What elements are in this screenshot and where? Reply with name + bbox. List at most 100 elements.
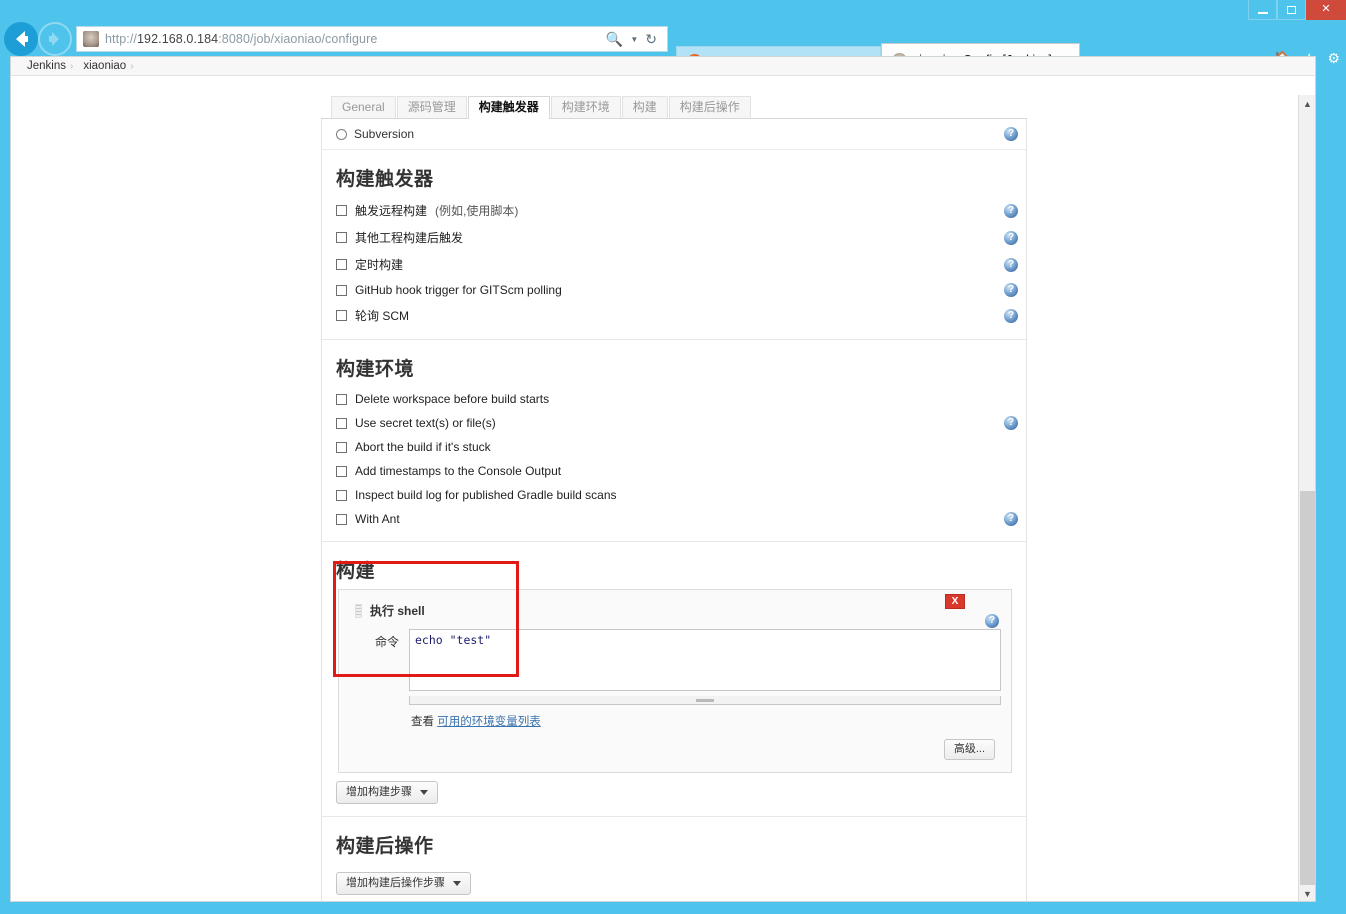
checkbox[interactable] <box>336 489 347 501</box>
trigger-remote-build[interactable]: 触发远程构建 (例如,使用脚本) ? <box>322 197 1026 224</box>
config-panel: Subversion ? 构建触发器 触发远程构建 (例如,使用脚本) ? 其他… <box>321 119 1027 901</box>
address-bar-icons: 🔍 ▼ ↻ <box>606 31 663 48</box>
delete-build-step-button[interactable]: X <box>945 594 965 609</box>
build-step-header: 执行 shell <box>349 598 1001 629</box>
breadcrumb-item-jenkins[interactable]: Jenkins <box>27 60 66 72</box>
command-input-wrapper <box>409 629 1001 705</box>
job-config-form: General 源码管理 构建触发器 构建环境 构建 构建后操作 Subvers… <box>321 94 1027 901</box>
env-use-secret-text[interactable]: Use secret text(s) or file(s) ? <box>322 411 1026 435</box>
section-build-triggers: 构建触发器 触发远程构建 (例如,使用脚本) ? 其他工程构建后触发 ? 定时构… <box>322 164 1026 340</box>
tab-build[interactable]: 构建 <box>621 96 668 118</box>
checkbox[interactable] <box>336 441 347 453</box>
tab-general[interactable]: General <box>331 96 396 118</box>
checkbox[interactable] <box>336 284 347 296</box>
scrollbar-thumb[interactable] <box>1300 491 1315 901</box>
checkbox[interactable] <box>336 513 347 525</box>
drag-handle-icon[interactable] <box>355 603 362 618</box>
tab-build-environment[interactable]: 构建环境 <box>550 96 621 118</box>
env-abort-if-stuck[interactable]: Abort the build if it's stuck <box>322 435 1026 459</box>
trigger-poll-scm[interactable]: 轮询 SCM ? <box>322 302 1026 329</box>
env-label: With Ant <box>355 512 400 526</box>
env-variables-line: 查看 可用的环境变量列表 <box>349 705 1001 729</box>
add-post-build-step-button[interactable]: 增加构建后操作步骤 <box>336 872 471 895</box>
close-icon[interactable]: ✕ <box>1306 0 1346 20</box>
trigger-label: GitHub hook trigger for GITScm polling <box>355 283 562 297</box>
section-build-environment: 构建环境 Delete workspace before build start… <box>322 354 1026 542</box>
chevron-down-icon <box>420 790 428 795</box>
env-label: Use secret text(s) or file(s) <box>355 416 496 430</box>
navigation-bar: http://192.168.0.184:8080/job/xiaoniao/c… <box>0 20 1346 76</box>
radio-subversion[interactable] <box>336 128 347 140</box>
help-icon[interactable]: ? <box>1004 203 1018 218</box>
checkbox[interactable] <box>336 205 347 216</box>
help-icon[interactable]: ? <box>1004 283 1018 297</box>
page-viewport: Jenkins › xiaoniao › General 源码管理 构建触发器 … <box>10 56 1316 902</box>
trigger-github-hook[interactable]: GitHub hook trigger for GITScm polling ? <box>322 278 1026 302</box>
breadcrumb: Jenkins › xiaoniao › <box>11 57 1315 76</box>
command-label: 命令 <box>374 635 399 649</box>
breadcrumb-separator-icon: › <box>130 60 134 72</box>
help-icon[interactable]: ? <box>1004 308 1018 323</box>
trigger-scheduled-build[interactable]: 定时构建 ? <box>322 251 1026 278</box>
trigger-label: 定时构建 <box>355 258 404 272</box>
env-variables-link[interactable]: 可用的环境变量列表 <box>437 716 541 728</box>
checkbox[interactable] <box>336 259 347 270</box>
checkbox[interactable] <box>336 417 347 429</box>
url-text: http://192.168.0.184:8080/job/xiaoniao/c… <box>105 32 378 46</box>
maximize-icon[interactable] <box>1277 0 1306 20</box>
help-icon[interactable]: ? <box>1004 127 1018 141</box>
command-field-row: 命令 <box>349 629 1001 705</box>
help-icon[interactable]: ? <box>1004 257 1018 272</box>
forward-arrow-icon[interactable] <box>38 22 72 56</box>
minimize-icon[interactable] <box>1248 0 1277 20</box>
refresh-icon[interactable]: ↻ <box>645 31 657 48</box>
site-favicon-icon <box>83 31 99 47</box>
checkbox[interactable] <box>336 232 347 243</box>
tab-post-build-actions[interactable]: 构建后操作 <box>668 96 751 118</box>
trigger-label: 其他工程构建后触发 <box>355 231 464 245</box>
help-icon[interactable]: ? <box>985 614 999 628</box>
search-magnifier-icon[interactable]: 🔍 <box>606 31 623 48</box>
env-inspect-gradle-scans[interactable]: Inspect build log for published Gradle b… <box>322 483 1026 507</box>
advanced-button[interactable]: 高级... <box>943 739 995 760</box>
back-arrow-icon[interactable] <box>4 22 38 56</box>
address-bar[interactable]: http://192.168.0.184:8080/job/xiaoniao/c… <box>76 26 668 52</box>
trigger-after-other-projects[interactable]: 其他工程构建后触发 ? <box>322 224 1026 251</box>
title-bar <box>0 0 1346 18</box>
env-label: Add timestamps to the Console Output <box>355 464 562 478</box>
build-step-execute-shell: X ? 执行 shell 命令 echo "test" 查看 可用的环境变量列表… <box>338 589 1012 773</box>
chevron-down-icon[interactable]: ▼ <box>630 35 638 44</box>
build-step-title: 执行 shell <box>370 604 425 618</box>
env-line-prefix: 查看 <box>411 716 434 728</box>
help-icon[interactable]: ? <box>1004 416 1018 430</box>
breadcrumb-separator-icon: › <box>70 60 74 72</box>
scm-option-label: Subversion <box>354 127 415 141</box>
checkbox[interactable] <box>336 393 347 405</box>
gear-icon[interactable]: ⚙ <box>1327 50 1340 67</box>
tab-source-management[interactable]: 源码管理 <box>396 96 467 118</box>
help-icon[interactable]: ? <box>1004 512 1018 526</box>
checkbox[interactable] <box>336 310 347 321</box>
page-body: General 源码管理 构建触发器 构建环境 构建 构建后操作 Subvers… <box>11 76 1315 901</box>
scroll-down-icon[interactable]: ▼ <box>1299 885 1315 901</box>
browser-window: ✕ http://192.168.0.184:8080/job/xiaoniao… <box>0 0 1346 914</box>
scroll-up-icon[interactable]: ▲ <box>1299 95 1315 112</box>
window-controls: ✕ <box>1248 0 1346 20</box>
add-build-step-row: 增加构建步骤 <box>322 773 1026 808</box>
env-add-timestamps[interactable]: Add timestamps to the Console Output <box>322 459 1026 483</box>
env-label: Delete workspace before build starts <box>355 392 550 406</box>
advanced-row: 高级... <box>349 729 1001 760</box>
scm-option-subversion[interactable]: Subversion ? <box>322 119 1026 150</box>
tab-build-triggers[interactable]: 构建触发器 <box>467 96 550 119</box>
checkbox[interactable] <box>336 465 347 477</box>
env-with-ant[interactable]: With Ant ? <box>322 507 1026 531</box>
breadcrumb-item-xiaoniao[interactable]: xiaoniao <box>83 60 126 72</box>
help-icon[interactable]: ? <box>1004 230 1018 245</box>
section-title: 构建环境 <box>336 359 415 380</box>
page-scrollbar[interactable]: ▲ ▼ <box>1298 95 1315 901</box>
textarea-resize-handle[interactable] <box>409 696 1001 705</box>
add-build-step-button[interactable]: 增加构建步骤 <box>336 781 438 804</box>
trigger-label: 轮询 SCM <box>355 309 410 323</box>
command-textarea[interactable] <box>409 629 1001 691</box>
env-delete-workspace[interactable]: Delete workspace before build starts <box>322 387 1026 411</box>
